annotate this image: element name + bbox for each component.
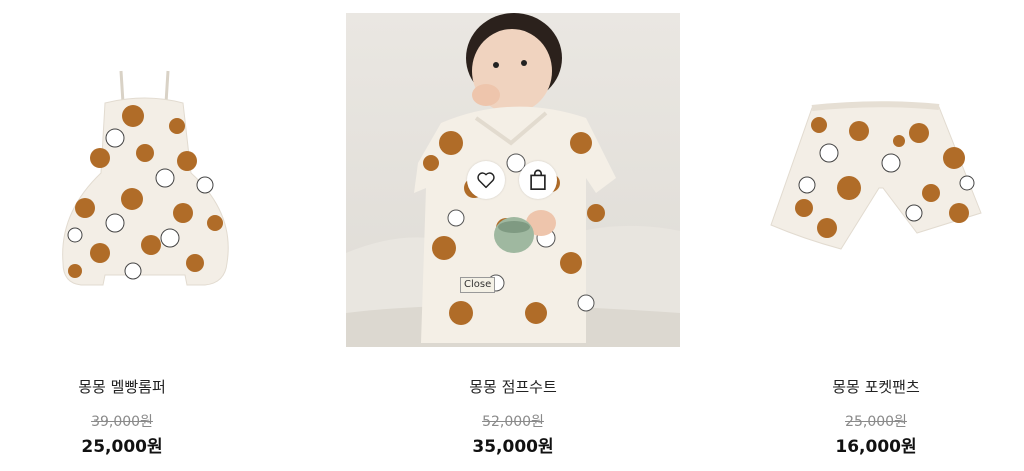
product-image[interactable] bbox=[709, 13, 1024, 347]
product-card[interactable]: 몽몽 포켓팬츠 25,000원 16,000원 bbox=[709, 13, 1024, 457]
add-to-cart-button[interactable] bbox=[519, 161, 557, 199]
original-price: 52,000원 bbox=[482, 414, 544, 430]
original-price: 25,000원 bbox=[845, 414, 907, 430]
shopping-bag-icon bbox=[530, 169, 546, 190]
product-card[interactable]: Close 몽몽 점프수트 52,000원 35,000원 bbox=[346, 13, 680, 457]
sale-price: 35,000원 bbox=[472, 437, 554, 457]
close-tooltip: Close bbox=[460, 277, 496, 293]
sale-price: 25,000원 bbox=[81, 437, 163, 457]
wishlist-button[interactable] bbox=[467, 161, 505, 199]
product-grid: 몽몽 멜빵롬퍼 39,000원 25,000원 Close 몽몽 점프수트 52… bbox=[0, 0, 1024, 471]
product-image[interactable]: Close bbox=[346, 13, 680, 347]
product-name[interactable]: 몽몽 점프수트 bbox=[346, 376, 680, 397]
product-image[interactable] bbox=[0, 13, 289, 347]
sale-price: 16,000원 bbox=[835, 437, 917, 457]
original-price: 39,000원 bbox=[91, 414, 153, 430]
product-name[interactable]: 몽몽 포켓팬츠 bbox=[709, 376, 1024, 397]
product-card[interactable]: 몽몽 멜빵롬퍼 39,000원 25,000원 bbox=[0, 13, 289, 457]
heart-icon bbox=[477, 172, 495, 189]
product-name[interactable]: 몽몽 멜빵롬퍼 bbox=[0, 376, 289, 397]
